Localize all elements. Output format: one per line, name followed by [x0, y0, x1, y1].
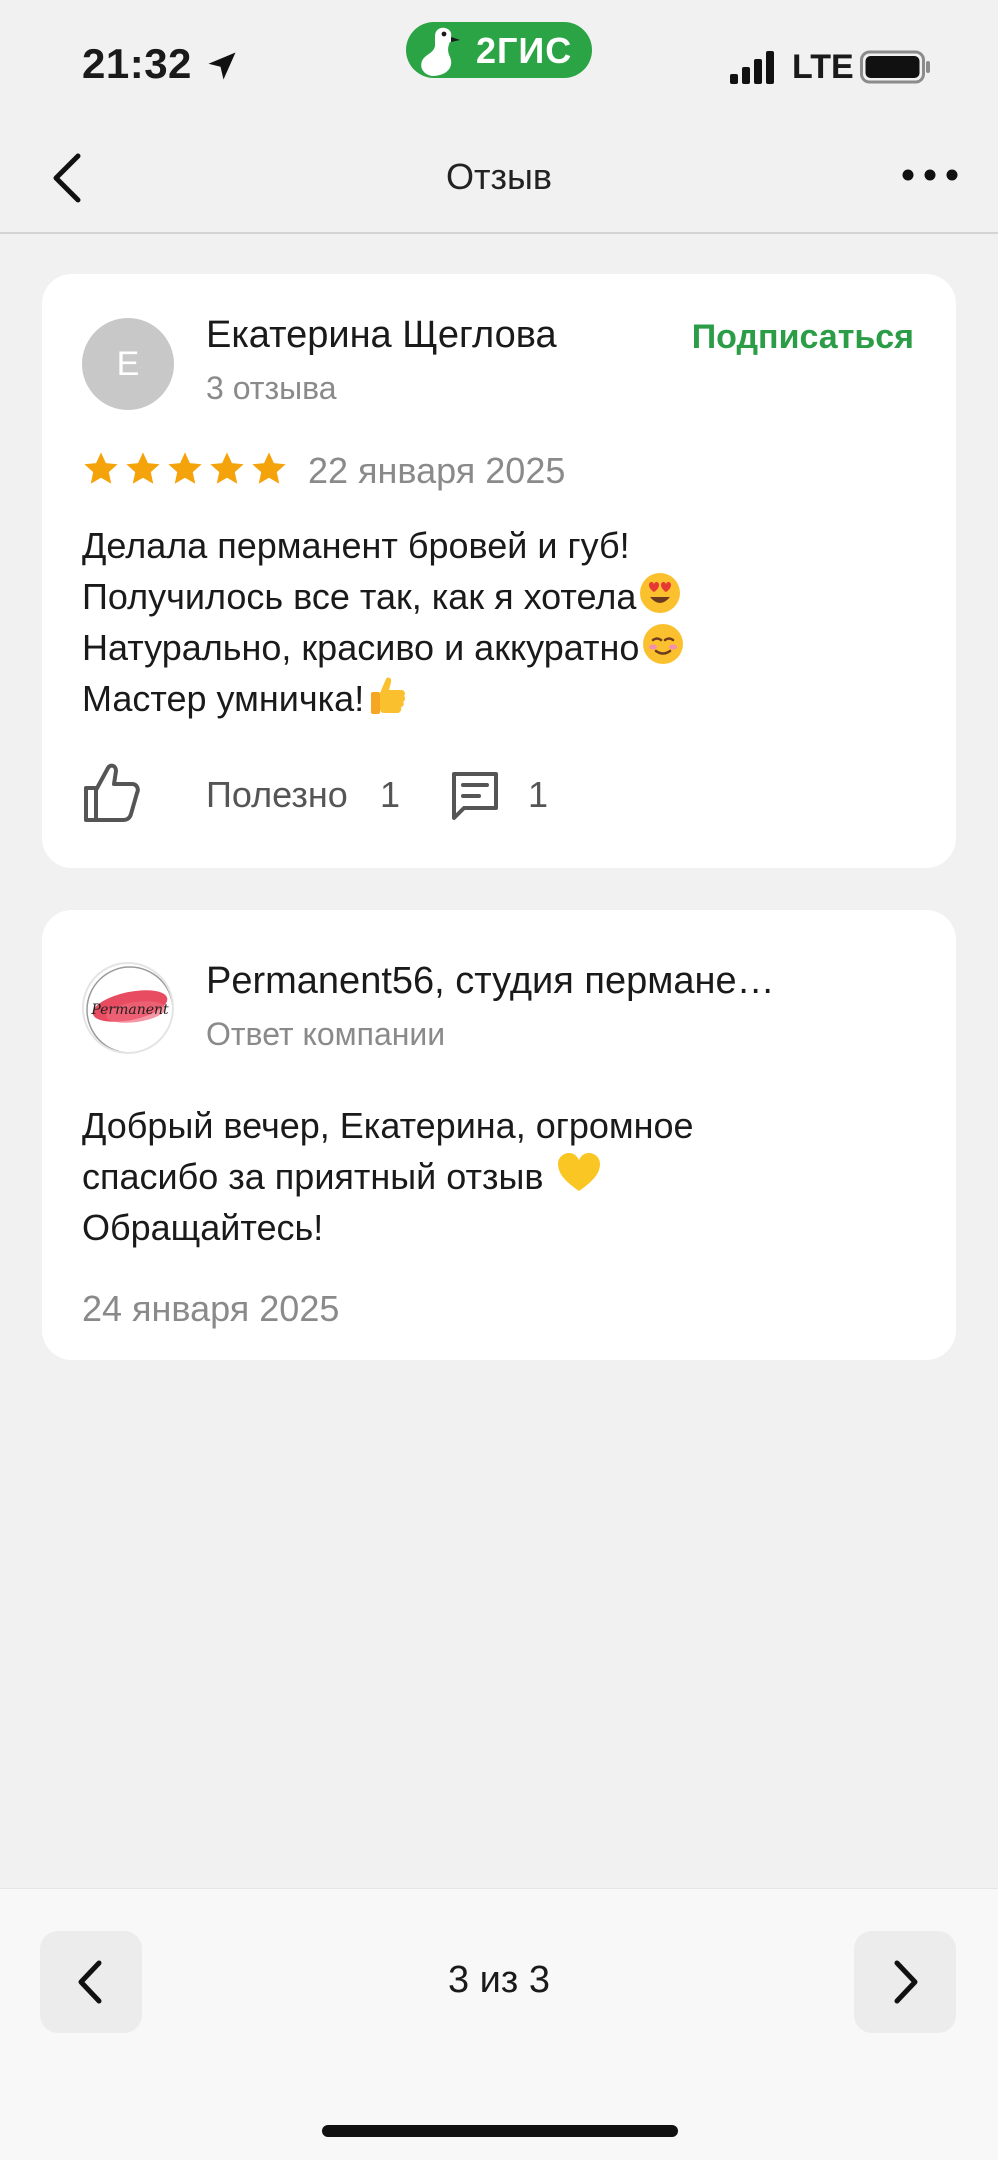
- location-arrow-icon: [208, 52, 236, 80]
- status-time: 21:32: [82, 40, 192, 87]
- company-name[interactable]: Permanent56, студия пермане…: [206, 960, 906, 1003]
- avatar[interactable]: Е: [82, 318, 174, 410]
- brand-badge: 2ГИС: [406, 22, 592, 78]
- reply-date: 24 января 2025: [82, 1288, 340, 1329]
- reply-line: Обращайтесь!: [82, 1202, 922, 1253]
- useful-button[interactable]: Полезно: [206, 774, 348, 816]
- review-card: Е Екатерина Щеглова 3 отзыва Подписаться…: [42, 274, 956, 868]
- signal-bars-icon: [730, 51, 774, 84]
- useful-count: 1: [380, 774, 401, 815]
- review-text: Делала перманент бровей и губ! Получилос…: [82, 520, 922, 724]
- subscribe-button[interactable]: Подписаться: [692, 318, 914, 357]
- page-title: Отзыв: [446, 156, 552, 197]
- pager-position: 3 из 3: [447, 1959, 551, 2001]
- chevron-right-icon: [894, 1960, 918, 2004]
- company-logo-image: Permanent: [86, 966, 172, 1052]
- next-review-button[interactable]: [854, 1931, 956, 2033]
- comment-icon[interactable]: [448, 768, 502, 822]
- brand-label: 2ГИС: [476, 30, 573, 71]
- rating-stars: [82, 450, 288, 490]
- bottom-pager-bar: 3 из 3: [0, 1888, 998, 2160]
- review-line: Натурально, красиво и аккуратно: [82, 622, 922, 673]
- reply-line: спасибо за приятный отзыв: [82, 1151, 922, 1202]
- company-reply-card: Permanent Permanent56, студия пермане… О…: [42, 910, 956, 1360]
- more-dots-icon[interactable]: [900, 160, 960, 190]
- review-line-text: Делала перманент бровей и губ!: [82, 525, 630, 566]
- star-icon: [210, 452, 244, 484]
- goose-logo-icon: [421, 27, 460, 76]
- smiling-face-emoji-icon: [643, 624, 684, 664]
- review-line: Получилось все так, как я хотела: [82, 571, 922, 622]
- author-review-count: 3 отзыва: [206, 370, 337, 406]
- company-logo[interactable]: Permanent: [82, 962, 174, 1054]
- reply-label: Ответ компании: [206, 1016, 446, 1052]
- reply-line: Добрый вечер, Екатерина, огромное: [82, 1100, 922, 1151]
- reply-text: Добрый вечер, Екатерина, огромное спасиб…: [82, 1100, 922, 1253]
- review-line: Мастер умничка!: [82, 673, 922, 724]
- thumbs-up-emoji-icon: [371, 677, 406, 714]
- reply-line-text: Добрый вечер, Екатерина, огромное: [82, 1105, 694, 1146]
- review-line-text: Натурально, красиво и аккуратно: [82, 627, 640, 668]
- star-icon: [84, 452, 118, 484]
- navigation-bar: Отзыв: [0, 120, 998, 234]
- star-icon: [252, 452, 286, 484]
- reply-line-text: Обращайтесь!: [82, 1207, 324, 1248]
- reply-line-text: спасибо за приятный отзыв: [82, 1156, 544, 1197]
- star-icon: [168, 452, 202, 484]
- company-logo-text: Permanent: [90, 1002, 169, 1018]
- star-icon: [126, 452, 160, 484]
- review-screen: 21:32 2ГИС LTE Отзыв Е Екатерина Щеглова…: [0, 0, 998, 2160]
- review-date: 22 января 2025: [308, 450, 566, 491]
- yellow-heart-emoji-icon: [557, 1153, 600, 1191]
- review-line-text: Мастер умничка!: [82, 678, 365, 719]
- network-label: LTE: [792, 48, 854, 86]
- battery-icon: [860, 50, 930, 84]
- status-bar: 21:32 2ГИС LTE: [0, 0, 998, 120]
- author-name[interactable]: Екатерина Щеглова: [206, 314, 557, 357]
- thumbs-up-icon[interactable]: [82, 762, 142, 824]
- review-line-text: Получилось все так, как я хотела: [82, 576, 637, 617]
- heart-eyes-emoji-icon: [640, 573, 681, 613]
- comments-count: 1: [528, 774, 549, 815]
- home-indicator[interactable]: [322, 2125, 678, 2137]
- review-line: Делала перманент бровей и губ!: [82, 520, 922, 571]
